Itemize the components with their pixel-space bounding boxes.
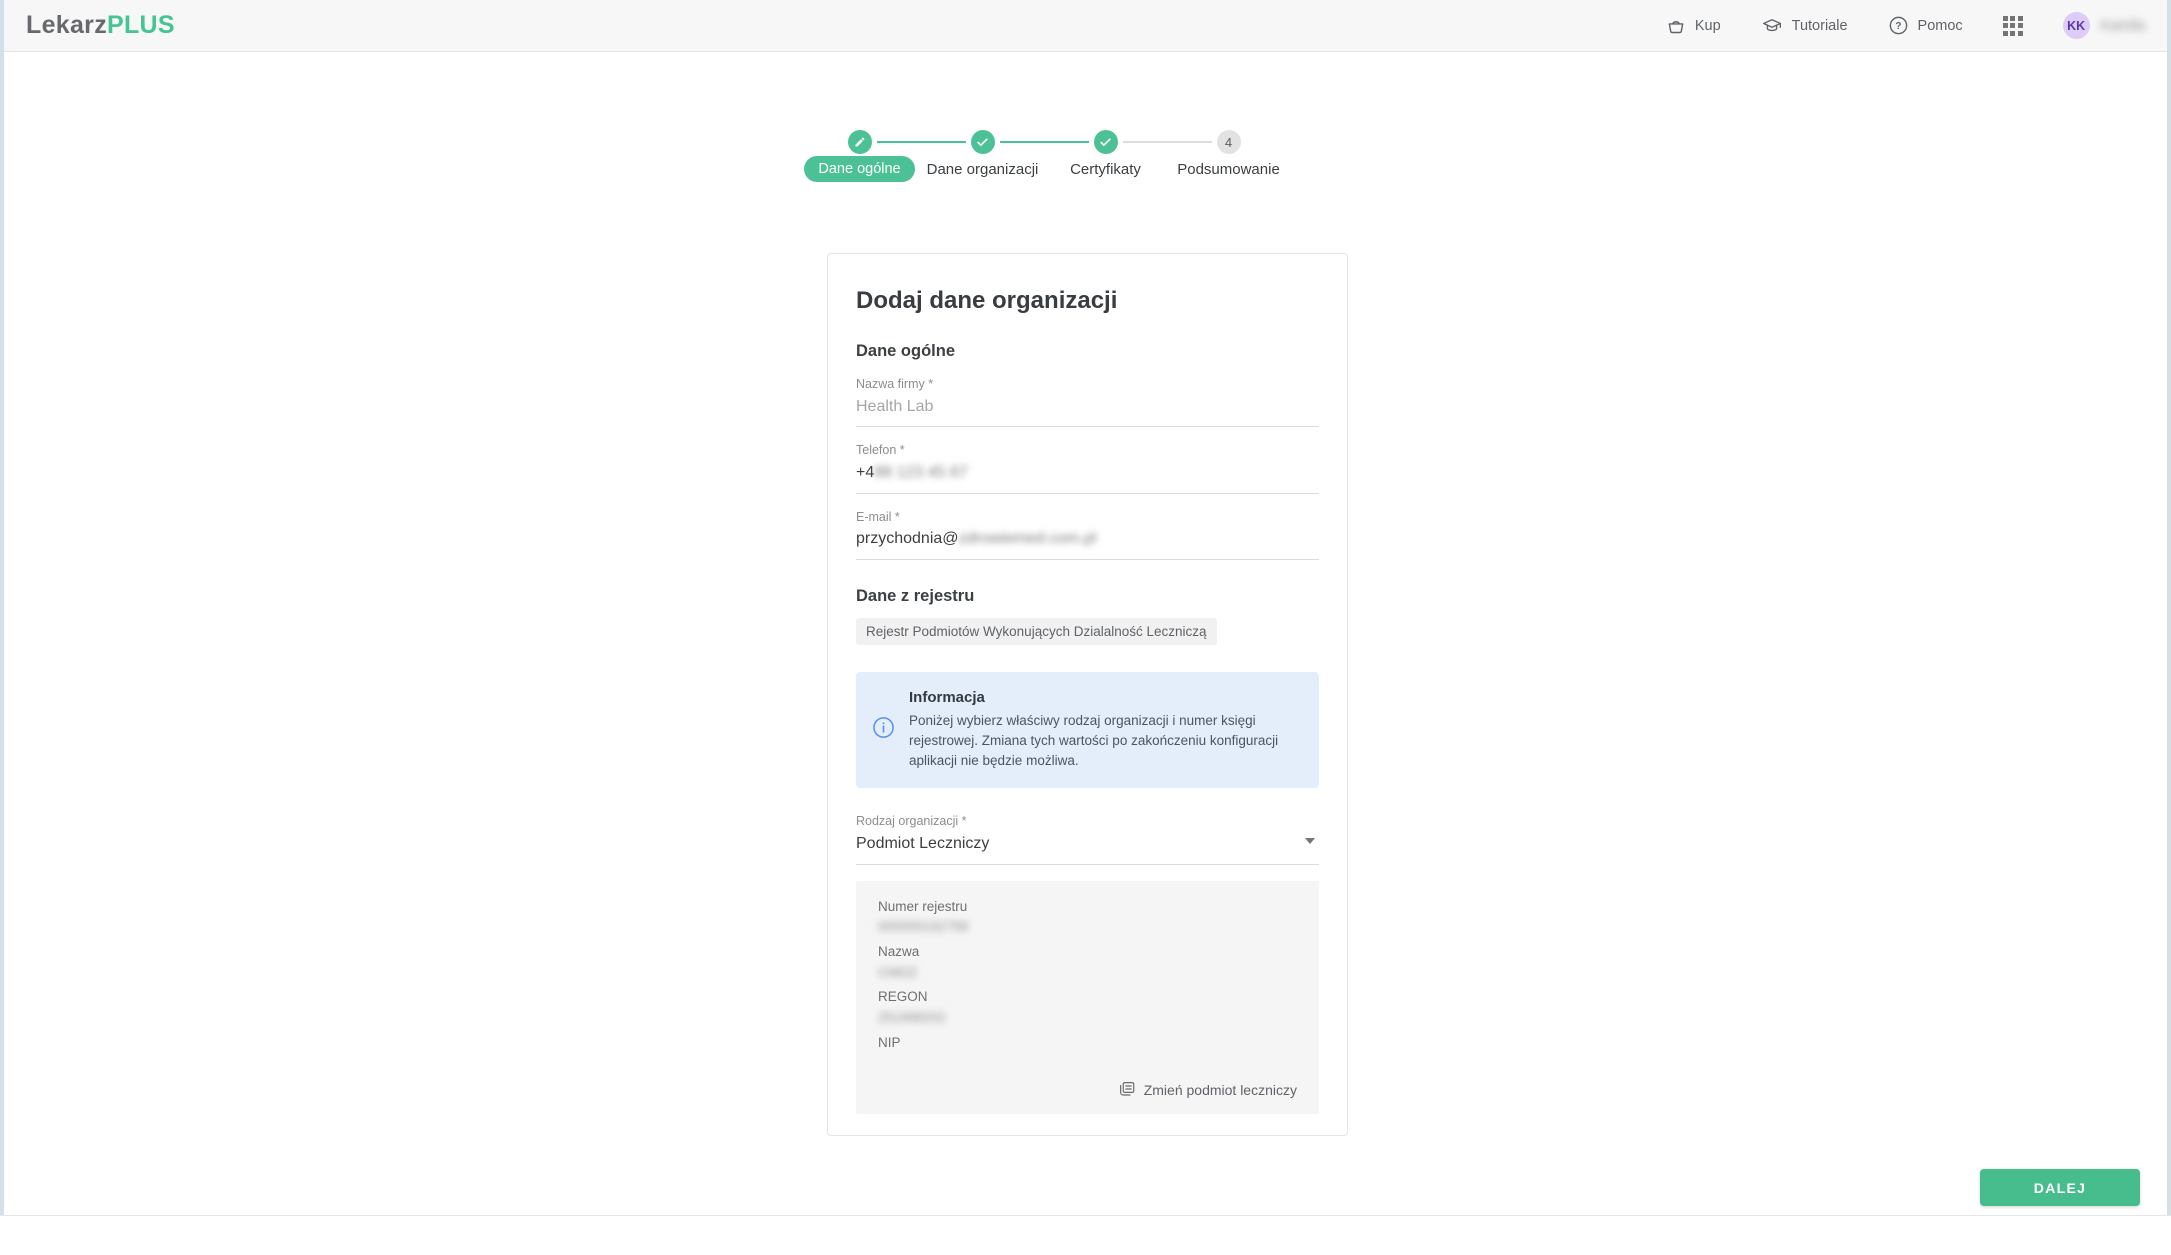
registry-name-value: CMDZ: [878, 964, 1297, 982]
wizard-stepper: Dane ogólne Dane organizacji Certyfikaty…: [798, 130, 1290, 210]
email-prefix: przychodnia@: [856, 530, 959, 547]
registry-chip: Rejestr Podmiotów Wykonujących Dzialalno…: [856, 618, 1217, 645]
field-label: Rodzaj organizacji *: [856, 814, 1319, 830]
user-name: Kamila: [2101, 18, 2145, 34]
info-icon: [872, 716, 895, 744]
row-label: NIP: [878, 1035, 1297, 1052]
field-label: Nazwa firmy *: [856, 377, 1319, 393]
step-label: Podsumowanie: [1177, 161, 1280, 178]
nav-label: Kup: [1695, 18, 1721, 34]
step-label: Dane ogólne: [804, 156, 914, 182]
apps-grid-icon[interactable]: [2003, 16, 2023, 36]
email-masked: zdrowiemed.com.pl: [959, 530, 1097, 547]
section-heading-general: Dane ogólne: [856, 342, 1319, 361]
company-name-field[interactable]: Nazwa firmy * Health Lab: [856, 377, 1319, 427]
change-entity-link[interactable]: Zmień podmiot leczniczy: [878, 1080, 1297, 1101]
registry-name-row: Nazwa CMDZ: [878, 944, 1297, 981]
window-edge-right: [2167, 0, 2171, 1215]
top-bar: LekarzPLUS Kup Tutoriale ? Pomoc KK Kami…: [0, 0, 2171, 52]
company-name-value: Health Lab: [856, 397, 1319, 418]
register-number-row: Numer rejestru 000000192758: [878, 899, 1297, 936]
email-value: przychodnia@zdrowiemed.com.pl: [856, 529, 1319, 550]
nav-label: Pomoc: [1918, 18, 1963, 34]
change-entity-label: Zmień podmiot leczniczy: [1144, 1082, 1297, 1098]
nav-item-tutoriale[interactable]: Tutoriale: [1761, 16, 1848, 36]
phone-value: +488 123 45 67: [856, 463, 1319, 484]
nav-item-pomoc[interactable]: ? Pomoc: [1888, 15, 1963, 36]
pencil-icon: [848, 130, 872, 154]
step-label: Certyfikaty: [1070, 161, 1141, 178]
window-edge-left: [0, 0, 4, 1215]
nav-label: Tutoriale: [1792, 18, 1848, 34]
org-type-value: Podmiot Leczniczy: [856, 834, 1319, 855]
step-certyfikaty[interactable]: Certyfikaty: [1044, 130, 1167, 182]
regon-row: REGON 251998202: [878, 989, 1297, 1026]
regon-value: 251998202: [878, 1009, 1297, 1027]
registry-data-panel: Numer rejestru 000000192758 Nazwa CMDZ R…: [856, 881, 1319, 1114]
row-label: REGON: [878, 989, 1297, 1006]
step-dane-organizacji[interactable]: Dane organizacji: [921, 130, 1044, 182]
logo-part-lekarz: Lekarz: [26, 11, 107, 39]
phone-prefix: +4: [856, 464, 874, 481]
svg-text:?: ?: [1895, 21, 1901, 32]
organization-form-card: Dodaj dane organizacji Dane ogólne Nazwa…: [827, 253, 1348, 1136]
nav-item-kup[interactable]: Kup: [1666, 16, 1721, 36]
user-menu[interactable]: KK Kamila: [2063, 12, 2145, 39]
check-icon: [971, 130, 995, 154]
row-label: Nazwa: [878, 944, 1297, 961]
basket-icon: [1666, 16, 1686, 36]
info-title: Informacja: [909, 689, 1281, 706]
field-label: Telefon *: [856, 443, 1319, 459]
nip-value: [878, 1055, 1297, 1072]
logo-part-plus: PLUS: [107, 11, 175, 39]
field-label: E-mail *: [856, 510, 1319, 526]
content-bottom-divider: [0, 1215, 2171, 1216]
step-number: 4: [1217, 130, 1241, 154]
org-type-select[interactable]: Rodzaj organizacji * Podmiot Leczniczy: [856, 814, 1319, 864]
app-logo[interactable]: LekarzPLUS: [26, 11, 175, 40]
avatar[interactable]: KK: [2063, 12, 2090, 39]
next-button[interactable]: DALEJ: [1980, 1169, 2140, 1206]
phone-field[interactable]: Telefon * +488 123 45 67: [856, 443, 1319, 493]
nip-row: NIP: [878, 1035, 1297, 1072]
help-icon: ?: [1888, 15, 1909, 36]
register-number-value: 000000192758: [878, 918, 1297, 936]
graduation-cap-icon: [1761, 16, 1783, 36]
top-nav: Kup Tutoriale ? Pomoc KK Kamila: [1666, 12, 2145, 39]
phone-masked: 88 123 45 67: [874, 464, 967, 481]
check-icon: [1094, 130, 1118, 154]
step-dane-ogolne[interactable]: Dane ogólne: [798, 130, 921, 182]
info-body: Poniżej wybierz właściwy rodzaj organiza…: [909, 711, 1281, 771]
email-field[interactable]: E-mail * przychodnia@zdrowiemed.com.pl: [856, 510, 1319, 560]
row-label: Numer rejestru: [878, 899, 1297, 916]
section-heading-registry: Dane z rejestru: [856, 587, 1319, 606]
change-entity-icon: [1118, 1080, 1136, 1101]
step-label: Dane organizacji: [927, 161, 1039, 178]
page-title: Dodaj dane organizacji: [856, 287, 1319, 315]
info-box: Informacja Poniżej wybierz właściwy rodz…: [856, 672, 1319, 788]
chevron-down-icon[interactable]: [1305, 838, 1315, 844]
step-podsumowanie[interactable]: 4 Podsumowanie: [1167, 130, 1290, 182]
